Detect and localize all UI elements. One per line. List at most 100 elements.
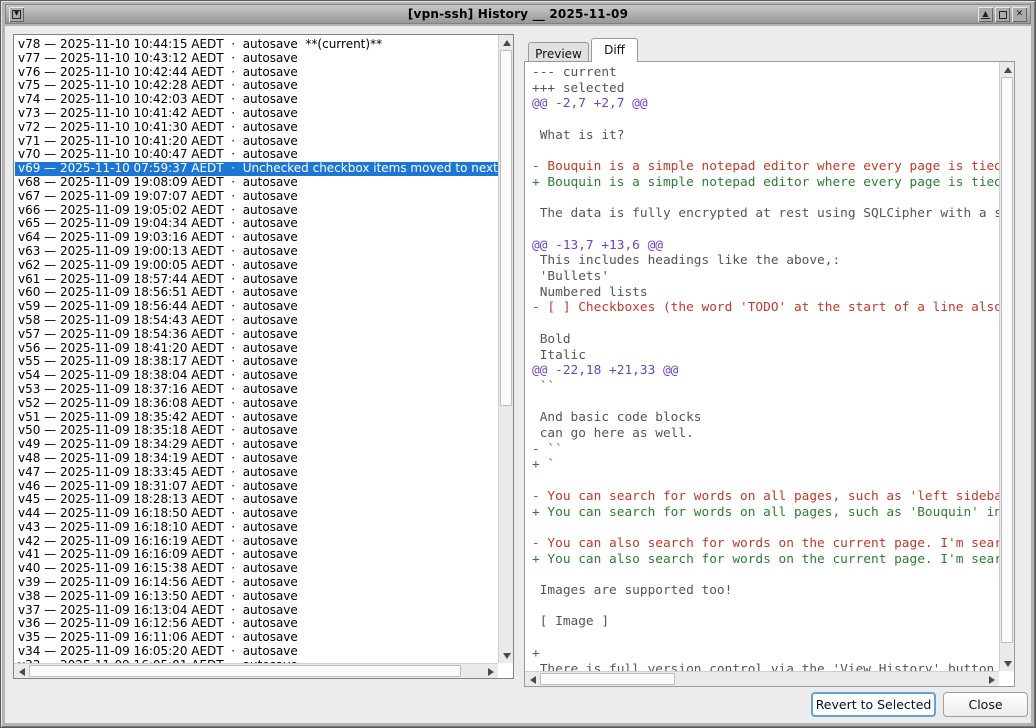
titlebar[interactable]: ▼ [vpn-ssh] History __ 2025-11-09 ▲ ✕ xyxy=(5,4,1031,24)
scroll-right-button[interactable] xyxy=(483,664,498,679)
diff-line: @@ -13,7 +13,6 @@ xyxy=(532,238,999,254)
history-row[interactable]: v39 — 2025-11-09 16:14:56 AEDT · autosav… xyxy=(15,576,498,590)
scroll-up-button[interactable] xyxy=(499,35,514,50)
diff-line: - You can also search for words on the c… xyxy=(532,536,999,552)
vscroll-thumb[interactable] xyxy=(1001,77,1013,643)
history-row[interactable]: v58 — 2025-11-09 18:54:43 AEDT · autosav… xyxy=(15,314,498,328)
diff-content[interactable]: --- current+++ selected@@ -2,7 +2,7 @@ W… xyxy=(526,62,999,671)
diff-line: @@ -22,18 +21,33 @@ xyxy=(532,363,999,379)
history-row[interactable]: v36 — 2025-11-09 16:12:56 AEDT · autosav… xyxy=(15,617,498,631)
diff-line xyxy=(532,520,999,536)
history-row[interactable]: v76 — 2025-11-10 10:42:44 AEDT · autosav… xyxy=(15,66,498,80)
close-window-button[interactable]: ✕ xyxy=(1012,7,1027,22)
diff-line: --- current xyxy=(532,65,999,81)
diff-line: +++ selected xyxy=(532,81,999,97)
history-row[interactable]: v64 — 2025-11-09 19:03:16 AEDT · autosav… xyxy=(15,231,498,245)
history-row[interactable]: v53 — 2025-11-09 18:37:16 AEDT · autosav… xyxy=(15,383,498,397)
scroll-down-button[interactable] xyxy=(1000,656,1015,671)
history-row[interactable]: v40 — 2025-11-09 16:15:38 AEDT · autosav… xyxy=(15,562,498,576)
history-row[interactable]: v69 — 2025-11-10 07:59:37 AEDT · Uncheck… xyxy=(15,162,498,176)
history-row[interactable]: v61 — 2025-11-09 18:57:44 AEDT · autosav… xyxy=(15,273,498,287)
history-row[interactable]: v49 — 2025-11-09 18:34:29 AEDT · autosav… xyxy=(15,438,498,452)
diff-line: - Bouquin is a simple notepad editor whe… xyxy=(532,159,999,175)
iconify-button[interactable]: ▲ xyxy=(978,7,993,22)
diff-line: There is full version control via the 'V… xyxy=(532,662,999,671)
history-row[interactable]: v50 — 2025-11-09 18:35:18 AEDT · autosav… xyxy=(15,424,498,438)
diff-line: Numbered lists xyxy=(532,285,999,301)
history-row[interactable]: v42 — 2025-11-09 16:16:19 AEDT · autosav… xyxy=(15,535,498,549)
scroll-left-button[interactable] xyxy=(14,664,29,679)
diff-line xyxy=(532,567,999,583)
history-row[interactable]: v71 — 2025-11-10 10:41:20 AEDT · autosav… xyxy=(15,135,498,149)
history-row[interactable]: v45 — 2025-11-09 18:28:13 AEDT · autosav… xyxy=(15,493,498,507)
history-row[interactable]: v68 — 2025-11-09 19:08:09 AEDT · autosav… xyxy=(15,176,498,190)
history-row[interactable]: v66 — 2025-11-09 19:05:02 AEDT · autosav… xyxy=(15,204,498,218)
maximize-button[interactable] xyxy=(995,7,1010,22)
history-row[interactable]: v41 — 2025-11-09 16:16:09 AEDT · autosav… xyxy=(15,548,498,562)
scroll-down-button[interactable] xyxy=(499,648,514,663)
history-row[interactable]: v75 — 2025-11-10 10:42:28 AEDT · autosav… xyxy=(15,79,498,93)
history-row[interactable]: v67 — 2025-11-09 19:07:07 AEDT · autosav… xyxy=(15,190,498,204)
titlebar-controls: ▲ ✕ xyxy=(977,7,1028,22)
history-row[interactable]: v78 — 2025-11-10 10:44:15 AEDT · autosav… xyxy=(15,38,498,52)
arrow-right-icon xyxy=(488,668,494,676)
diff-line: Italic xyxy=(532,348,999,364)
tab-preview[interactable]: Preview xyxy=(528,42,589,61)
history-vscrollbar[interactable] xyxy=(498,35,513,663)
diff-hscrollbar[interactable] xyxy=(525,671,999,686)
history-row[interactable]: v55 — 2025-11-09 18:38:17 AEDT · autosav… xyxy=(15,355,498,369)
history-row[interactable]: v74 — 2025-11-10 10:42:03 AEDT · autosav… xyxy=(15,93,498,107)
history-row[interactable]: v54 — 2025-11-09 18:38:04 AEDT · autosav… xyxy=(15,369,498,383)
diff-line xyxy=(532,473,999,489)
history-row[interactable]: v46 — 2025-11-09 18:31:07 AEDT · autosav… xyxy=(15,480,498,494)
history-row[interactable]: v65 — 2025-11-09 19:04:34 AEDT · autosav… xyxy=(15,217,498,231)
history-row[interactable]: v43 — 2025-11-09 16:18:10 AEDT · autosav… xyxy=(15,521,498,535)
history-row[interactable]: v72 — 2025-11-10 10:41:30 AEDT · autosav… xyxy=(15,121,498,135)
history-row[interactable]: v35 — 2025-11-09 16:11:06 AEDT · autosav… xyxy=(15,631,498,645)
diff-line xyxy=(532,144,999,160)
revert-to-selected-button[interactable]: Revert to Selected xyxy=(811,692,936,717)
history-row[interactable]: v47 — 2025-11-09 18:33:45 AEDT · autosav… xyxy=(15,466,498,480)
scroll-up-button[interactable] xyxy=(1000,62,1015,77)
diff-vscrollbar[interactable] xyxy=(999,62,1014,671)
diff-line: - You can search for words on all pages,… xyxy=(532,489,999,505)
history-row[interactable]: v34 — 2025-11-09 16:05:20 AEDT · autosav… xyxy=(15,645,498,659)
window-menu-button[interactable]: ▼ xyxy=(9,7,24,22)
history-row[interactable]: v59 — 2025-11-09 18:56:44 AEDT · autosav… xyxy=(15,300,498,314)
diff-line: + xyxy=(532,646,999,662)
history-row[interactable]: v56 — 2025-11-09 18:41:20 AEDT · autosav… xyxy=(15,342,498,356)
diff-line: + You can also search for words on the c… xyxy=(532,552,999,568)
hscroll-thumb[interactable] xyxy=(29,665,461,677)
history-row[interactable]: v38 — 2025-11-09 16:13:50 AEDT · autosav… xyxy=(15,590,498,604)
history-row[interactable]: v70 — 2025-11-10 10:40:47 AEDT · autosav… xyxy=(15,148,498,162)
close-dialog-button[interactable]: Close xyxy=(943,692,1028,717)
diff-line: + Bouquin is a simple notepad editor whe… xyxy=(532,175,999,191)
window-title: [vpn-ssh] History __ 2025-11-09 xyxy=(6,7,1030,21)
history-row[interactable]: v62 — 2025-11-09 19:00:05 AEDT · autosav… xyxy=(15,259,498,273)
history-row[interactable]: v51 — 2025-11-09 18:35:42 AEDT · autosav… xyxy=(15,411,498,425)
iconify-icon: ▲ xyxy=(981,10,989,19)
diff-line: This includes headings like the above,: xyxy=(532,253,999,269)
arrow-down-icon xyxy=(503,653,511,659)
app-window: ▼ [vpn-ssh] History __ 2025-11-09 ▲ ✕ v7… xyxy=(0,0,1036,728)
history-row[interactable]: v44 — 2025-11-09 16:18:50 AEDT · autosav… xyxy=(15,507,498,521)
history-row[interactable]: v37 — 2025-11-09 16:13:04 AEDT · autosav… xyxy=(15,604,498,618)
tab-diff[interactable]: Diff xyxy=(591,38,638,62)
arrow-left-icon xyxy=(530,676,536,684)
history-listbox[interactable]: v78 — 2025-11-10 10:44:15 AEDT · autosav… xyxy=(13,34,514,679)
vscroll-thumb[interactable] xyxy=(500,50,512,406)
history-row[interactable]: v77 — 2025-11-10 10:43:12 AEDT · autosav… xyxy=(15,52,498,66)
diff-line: What is it? xyxy=(532,128,999,144)
history-row[interactable]: v63 — 2025-11-09 19:00:13 AEDT · autosav… xyxy=(15,245,498,259)
history-row[interactable]: v73 — 2025-11-10 10:41:42 AEDT · autosav… xyxy=(15,107,498,121)
history-hscrollbar[interactable] xyxy=(14,663,498,678)
history-row[interactable]: v57 — 2025-11-09 18:54:36 AEDT · autosav… xyxy=(15,328,498,342)
scroll-left-button[interactable] xyxy=(525,672,540,687)
history-row[interactable]: v60 — 2025-11-09 18:56:51 AEDT · autosav… xyxy=(15,286,498,300)
diff-line: 'Bullets' xyxy=(532,269,999,285)
history-row[interactable]: v48 — 2025-11-09 18:34:19 AEDT · autosav… xyxy=(15,452,498,466)
hscroll-thumb[interactable] xyxy=(540,673,675,685)
diff-line: - [ ] Checkboxes (the word 'TODO' at the… xyxy=(532,300,999,316)
history-row[interactable]: v52 — 2025-11-09 18:36:08 AEDT · autosav… xyxy=(15,397,498,411)
scroll-right-button[interactable] xyxy=(984,672,999,687)
